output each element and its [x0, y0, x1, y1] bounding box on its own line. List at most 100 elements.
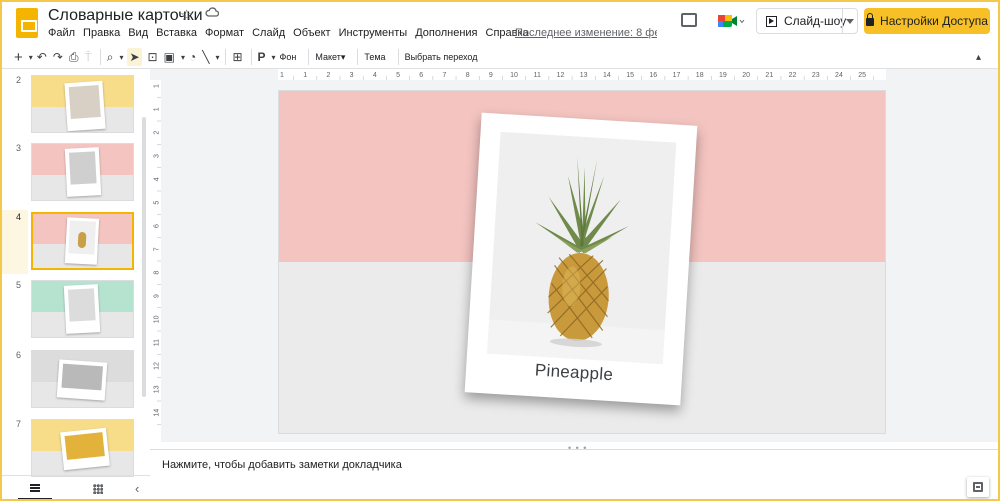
ruler-v-label: 6 [154, 224, 161, 228]
slide-thumbnail-2[interactable] [31, 75, 134, 133]
explore-icon [973, 482, 983, 492]
slide-number: 5 [16, 280, 22, 290]
slideshow-divider [842, 9, 843, 33]
menu-view[interactable]: Вид [128, 27, 148, 39]
ruler-v-label: 13 [154, 385, 161, 393]
image-icon[interactable]: ▣ [164, 48, 175, 66]
chevron-down-icon[interactable]: ▾ [181, 48, 185, 66]
line-icon[interactable]: ╲ [202, 48, 209, 66]
ruler-v-label: 1 [154, 107, 161, 111]
ruler-v-label: 10 [154, 315, 161, 323]
ruler-h-label: 19 [719, 72, 727, 79]
zoom-icon[interactable]: ⌕ [107, 48, 114, 66]
horizontal-ruler[interactable]: 1 1 2 3 4 5 6 7 8 9 10 11 12 13 14 15 16 17 18 19 20 21 22 23 24… [278, 69, 886, 80]
slide-thumbnail-6[interactable] [31, 350, 134, 408]
share-button[interactable]: Настройки Доступа [864, 8, 990, 34]
slide-canvas[interactable]: Pineapple [279, 91, 885, 433]
slide-number: 2 [16, 75, 22, 85]
thumb-card [64, 217, 100, 265]
grid-view-icon[interactable] [93, 484, 103, 494]
chevron-down-icon[interactable]: ▾ [215, 48, 219, 66]
new-slide-icon[interactable]: + [14, 48, 23, 66]
chevron-down-icon[interactable]: ▾ [272, 48, 276, 66]
toolbar-divider [225, 49, 227, 65]
ruler-h-label: 21 [765, 72, 773, 79]
transition-button[interactable]: Выбрать переход [405, 48, 478, 66]
shape-icon[interactable]: ◔ [189, 48, 196, 66]
vertical-ruler[interactable]: 1 1 2 3 4 5 6 7 8 9 10 11 12 13 14 [150, 80, 161, 442]
lock-icon [866, 13, 875, 26]
ruler-h-label: 3 [350, 72, 354, 79]
slide-thumbnail-5[interactable] [31, 280, 134, 338]
layout-button[interactable]: Макет▾ [315, 48, 345, 66]
slide-thumbnail-7[interactable] [31, 419, 134, 477]
theme-button[interactable]: Тема [364, 48, 385, 66]
speaker-notes-placeholder[interactable]: Нажмите, чтобы добавить заметки докладчи… [162, 459, 402, 471]
ruler-v-label: 1 [154, 84, 161, 88]
ruler-v-label: 3 [154, 154, 161, 158]
menu-addons[interactable]: Дополнения [415, 27, 477, 39]
ruler-h-label: 22 [789, 72, 797, 79]
list-view-icon[interactable] [30, 484, 40, 492]
menu-tools[interactable]: Инструменты [339, 27, 408, 39]
undo-icon[interactable]: ↶ [37, 48, 47, 66]
background-button[interactable]: Фон [280, 48, 297, 66]
ruler-v-label: 5 [154, 201, 161, 205]
chevron-down-icon[interactable]: ▾ [119, 48, 123, 66]
chevron-down-icon[interactable]: ▾ [29, 48, 33, 66]
selected-slide-band [2, 210, 28, 274]
add-comment-icon[interactable]: ⊞ [232, 48, 242, 66]
slides-logo-icon[interactable] [16, 8, 38, 38]
slide-thumbnail-4[interactable] [31, 212, 134, 270]
star-icon[interactable]: ☆ [180, 6, 193, 24]
menu-file[interactable]: Файл [48, 27, 75, 39]
filmstrip-footer: ‹ [2, 475, 150, 499]
thumb-card [60, 427, 110, 471]
paint-format-icon[interactable]: ⍑ [85, 48, 92, 66]
ruler-h-label: 17 [673, 72, 681, 79]
comment-history-icon[interactable] [681, 13, 697, 27]
share-label: Настройки Доступа [880, 14, 988, 28]
ruler-v-label: 14 [154, 409, 161, 417]
slideshow-button[interactable]: Слайд-шоу [756, 8, 858, 34]
speaker-notes[interactable]: Нажмите, чтобы добавить заметки докладчи… [150, 449, 998, 499]
cloud-status-icon[interactable] [205, 6, 219, 18]
menu-object[interactable]: Объект [293, 27, 330, 39]
explore-button[interactable] [967, 477, 989, 497]
slide-thumbnail-3[interactable] [31, 143, 134, 201]
collapse-toolbar-icon[interactable]: ▴ [976, 48, 981, 66]
meet-icon[interactable] [715, 10, 745, 32]
ruler-v-label: 8 [154, 271, 161, 275]
text-box-icon[interactable]: ⊡ [148, 48, 158, 66]
flashcard[interactable]: Pineapple [464, 112, 698, 406]
ruler-h-label: 11 [534, 72, 541, 79]
ruler-h-label: 8 [466, 72, 470, 79]
present-icon [766, 15, 777, 27]
slide-number: 6 [16, 350, 22, 360]
filmstrip-scrollbar[interactable] [142, 117, 146, 397]
pineapple-photo[interactable] [487, 131, 677, 365]
pineapple-image [535, 156, 630, 348]
menu-insert[interactable]: Вставка [156, 27, 197, 39]
chevron-down-icon[interactable] [846, 19, 854, 24]
menu-format[interactable]: Формат [205, 27, 244, 39]
ruler-h-label: 5 [396, 72, 400, 79]
redo-icon[interactable]: ↷ [53, 48, 63, 66]
ruler-h-label: 23 [812, 72, 820, 79]
slide-number: 4 [16, 212, 22, 222]
text-format-icon[interactable]: P [258, 48, 266, 66]
ruler-h-label: 20 [742, 72, 750, 79]
ruler-h-label: 13 [580, 72, 588, 79]
chevron-left-icon[interactable]: ‹ [135, 481, 139, 496]
menu-slide[interactable]: Слайд [252, 27, 285, 39]
print-icon[interactable]: ⎙ [69, 48, 79, 66]
thumb-card [63, 284, 101, 334]
menu-bar: Файл Правка Вид Вставка Формат Слайд Объ… [48, 27, 537, 39]
ruler-v-label: 9 [154, 294, 161, 298]
last-edit-link[interactable]: Последнее изменение: 8 февр... [515, 27, 657, 39]
menu-edit[interactable]: Правка [83, 27, 120, 39]
select-cursor-icon[interactable]: ➤ [127, 48, 142, 66]
ruler-v-label: 11 [154, 339, 161, 346]
app-header: Словарные карточки ☆ Файл Правка Вид Вст… [2, 2, 998, 46]
ruler-v-label: 7 [154, 247, 161, 251]
